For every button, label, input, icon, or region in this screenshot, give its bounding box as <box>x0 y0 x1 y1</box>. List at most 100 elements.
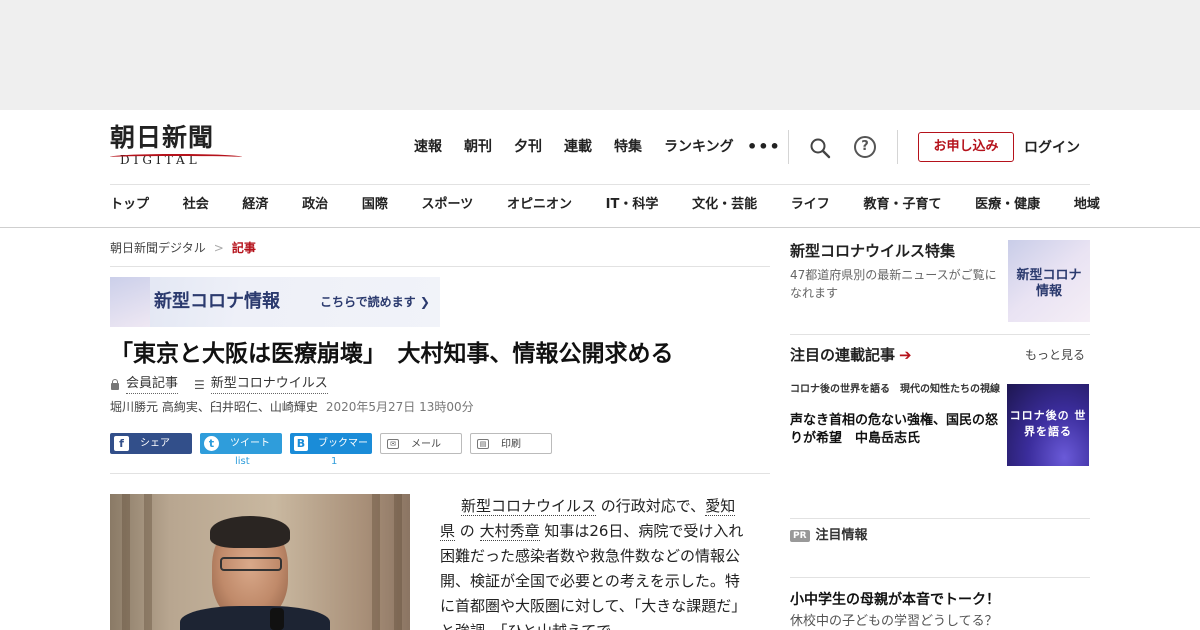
article-byline: 堀川勝元 高絢実、臼井昭仁、山崎輝史 2020年5月27日 13時00分 <box>110 399 474 415</box>
catnav-item-economy[interactable]: 経済 <box>242 196 268 214</box>
catnav-item-region[interactable]: 地域 <box>1074 196 1100 214</box>
photo-subject-suit <box>180 606 330 630</box>
series-thumb-text: コロナ後の 世界を語る <box>1009 409 1087 438</box>
pr-badge: PR <box>790 530 810 542</box>
lock-icon <box>110 379 120 390</box>
catnav-item-education[interactable]: 教育・子育て <box>863 196 941 214</box>
list-icon: ☰ <box>194 377 205 392</box>
article-tags: 会員記事 ☰ 新型コロナウイルス <box>110 375 328 394</box>
twitter-share-label: ツイート <box>230 438 270 449</box>
sidebar-divider <box>790 577 1090 578</box>
sidebar-feature-thumbnail[interactable]: 新型コロナ 情報 <box>1008 240 1090 322</box>
article-date: 2020年5月27日 13時00分 <box>325 400 474 414</box>
logo-wordmark: 朝日新聞 <box>110 123 215 152</box>
topnav-item-ranking[interactable]: ランキング <box>664 138 734 156</box>
pr-article-title[interactable]: 小中学生の母親が本音でトーク！ <box>790 591 1000 609</box>
catnav-item-opinion[interactable]: オピニオン <box>507 196 572 214</box>
topnav-item-evening[interactable]: 夕刊 <box>514 138 542 156</box>
body-text-segment: の <box>455 522 480 540</box>
subscribe-button[interactable]: お申し込み <box>918 132 1014 162</box>
photo-microphone <box>270 608 284 630</box>
hatena-bookmark-label: ブックマーク <box>310 438 368 470</box>
photo-drape <box>394 494 402 630</box>
more-menu-icon[interactable]: ••• <box>747 138 781 156</box>
catnav-item-top[interactable]: トップ <box>110 196 149 214</box>
catnav-item-sports[interactable]: スポーツ <box>422 196 474 214</box>
photo-drape <box>144 494 152 630</box>
header-rule <box>110 184 1090 185</box>
photo-drape <box>122 494 130 630</box>
series-thumbnail[interactable]: コロナ後の 世界を語る <box>1007 384 1089 466</box>
topnav-item-morning[interactable]: 朝刊 <box>464 138 492 156</box>
login-link[interactable]: ログイン <box>1024 139 1080 157</box>
member-article-label[interactable]: 会員記事 <box>126 375 179 394</box>
hatena-icon: B <box>294 436 308 451</box>
pr-article-desc: 休校中の子どもの学習どうしてる？ <box>790 614 998 629</box>
article-body: 新型コロナウイルス の行政対応で、愛知県 の 大村秀章 知事は26日、病院で受け… <box>440 494 746 630</box>
link-coronavirus[interactable]: 新型コロナウイルス <box>461 497 597 516</box>
topic-link[interactable]: 新型コロナウイルス <box>210 375 328 394</box>
sidebar-feature-thumb-text: 新型コロナ 情報 <box>1016 268 1082 299</box>
site-logo[interactable]: 朝日新聞 DIGITAL <box>110 124 242 170</box>
see-more-link[interactable]: もっと見る <box>1025 347 1085 363</box>
banner-cta: こちらで読めます ❯ <box>320 295 430 309</box>
sidebar-feature-title[interactable]: 新型コロナウイルス特集 <box>790 241 955 261</box>
article-authors: 堀川勝元 高絢実、臼井昭仁、山崎輝史 <box>110 400 318 414</box>
corona-info-banner[interactable]: 新型コロナ情報 こちらで読めます ❯ <box>110 277 440 327</box>
site-header: 朝日新聞 DIGITAL 速報 朝刊 夕刊 連載 特集 ランキング ••• ? … <box>0 110 1200 228</box>
twitter-share-button[interactable]: t ツイート <box>200 433 282 454</box>
header-divider <box>788 130 789 164</box>
sidebar-divider <box>790 334 1090 335</box>
sidebar-series-title: 注目の連載記事 ➔ <box>790 345 912 365</box>
topnav-item-breaking[interactable]: 速報 <box>414 138 442 156</box>
printer-icon: ▤ <box>477 439 489 449</box>
topnav-item-features[interactable]: 特集 <box>614 138 642 156</box>
share-buttons: f シェア t ツイート B ブックマーク ✉ メール ▤ 印刷 <box>110 433 552 470</box>
print-button[interactable]: ▤ 印刷 <box>470 433 552 454</box>
catnav-item-life[interactable]: ライフ <box>791 196 830 214</box>
arrow-right-icon: ➔ <box>899 346 912 364</box>
sidebar-series-heading: 注目の連載記事 <box>790 346 896 364</box>
header-divider <box>897 130 898 164</box>
breadcrumb-current: 記事 <box>231 241 256 255</box>
catnav-item-culture[interactable]: 文化・芸能 <box>692 196 757 214</box>
link-omura[interactable]: 大村秀章 <box>479 522 540 541</box>
catnav-item-politics[interactable]: 政治 <box>302 196 328 214</box>
mail-share-label: メール <box>411 439 441 450</box>
catnav-item-international[interactable]: 国際 <box>362 196 388 214</box>
ad-banner-area <box>0 0 1200 110</box>
body-text-segment: の行政対応で、 <box>596 497 706 515</box>
search-icon[interactable] <box>808 136 832 160</box>
mail-share-button[interactable]: ✉ メール <box>380 433 462 454</box>
banner-title: 新型コロナ情報 <box>154 291 280 312</box>
breadcrumb-separator: > <box>213 241 224 255</box>
series-article-link[interactable]: 声なき首相の危ない強権、国民の怒りが希望 中島岳志氏 <box>790 412 1004 448</box>
hatena-bookmark-button[interactable]: B ブックマーク <box>290 433 372 470</box>
logo-swoosh <box>110 154 242 160</box>
help-icon[interactable]: ? <box>854 136 876 158</box>
article-photo[interactable] <box>110 494 410 630</box>
pr-section-header: PR 注目情報 <box>790 528 868 544</box>
twitter-icon: t <box>204 436 219 451</box>
sidebar-divider <box>790 518 1090 519</box>
facebook-icon: f <box>114 436 129 451</box>
catnav-item-it-science[interactable]: IT・科学 <box>606 196 659 214</box>
pr-label: 注目情報 <box>815 528 868 543</box>
series-kicker: コロナ後の世界を語る 現代の知性たちの視線 <box>790 384 1000 395</box>
print-label: 印刷 <box>501 439 521 450</box>
photo-subject-hair <box>210 516 290 548</box>
photo-subject-glasses <box>220 557 282 571</box>
hatena-count[interactable]: 1 <box>331 456 337 468</box>
facebook-share-button[interactable]: f シェア <box>110 433 192 454</box>
topnav-item-series[interactable]: 連載 <box>564 138 592 156</box>
category-nav: トップ 社会 経済 政治 国際 スポーツ オピニオン IT・科学 文化・芸能 ラ… <box>110 196 1100 214</box>
facebook-share-label: シェア <box>140 438 170 449</box>
catnav-item-society[interactable]: 社会 <box>183 196 209 214</box>
breadcrumb-home[interactable]: 朝日新聞デジタル <box>110 241 206 255</box>
breadcrumb: 朝日新聞デジタル > 記事 <box>110 240 256 256</box>
catnav-item-health[interactable]: 医療・健康 <box>975 196 1040 214</box>
twitter-count[interactable]: list <box>235 456 250 468</box>
divider <box>110 266 770 267</box>
mail-icon: ✉ <box>387 439 399 449</box>
photo-drape <box>372 494 380 630</box>
